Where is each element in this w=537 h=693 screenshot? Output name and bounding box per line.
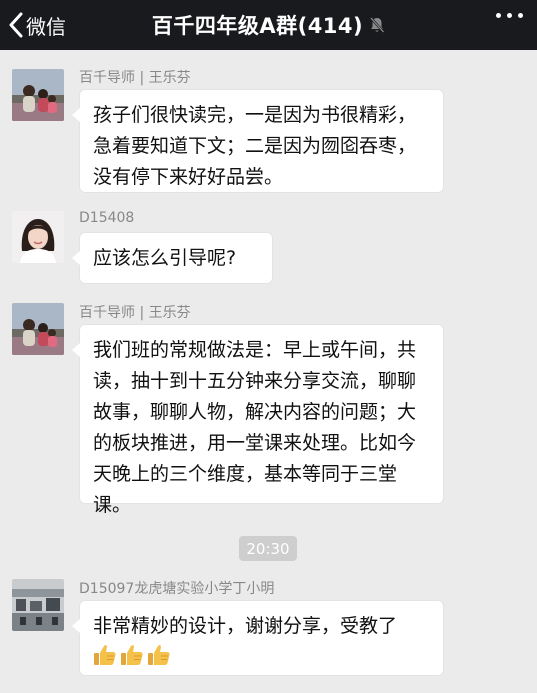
more-dots-icon[interactable] bbox=[496, 13, 523, 18]
navigation-bar: 微信 百千四年级A群(414) bbox=[0, 0, 537, 50]
message-bubble[interactable]: 我们班的常规做法是：早上或午间，共读，抽十到十五分钟来分享交流，聊聊故事，聊聊人… bbox=[72, 324, 444, 516]
sender-name: 百千导师 | 王乐芬 bbox=[79, 70, 191, 86]
sender-name: D15408 bbox=[79, 210, 135, 226]
avatar-photo bbox=[12, 303, 64, 355]
avatar-photo bbox=[12, 579, 64, 631]
message-text: 非常精妙的设计，谢谢分享，受教了 bbox=[93, 615, 398, 637]
avatar[interactable] bbox=[12, 69, 64, 121]
timestamp-badge: 20:30 bbox=[239, 536, 297, 561]
avatar[interactable] bbox=[12, 579, 64, 631]
message-bubble[interactable]: 应该怎么引导呢? bbox=[72, 232, 273, 284]
message-bubble[interactable]: 孩子们很快读完，一是因为书很精彩，急着要知道下文；二是因为囫囵吞枣，没有停下来好… bbox=[72, 89, 444, 193]
emoji-row bbox=[93, 644, 431, 666]
avatar-photo bbox=[12, 211, 64, 263]
avatar[interactable] bbox=[12, 211, 64, 263]
chat-title-area: 百千四年级A群(414) bbox=[0, 0, 537, 50]
message-bubble[interactable]: 非常精妙的设计，谢谢分享，受教了 bbox=[72, 600, 444, 676]
bell-slash-icon bbox=[370, 17, 385, 33]
thumbs-up-icon bbox=[121, 645, 143, 665]
sender-name: 百千导师 | 王乐芬 bbox=[79, 305, 191, 321]
avatar-photo bbox=[12, 69, 64, 121]
dot-shape bbox=[496, 13, 501, 18]
message-text: 我们班的常规做法是：早上或午间，共读，抽十到十五分钟来分享交流，聊聊故事，聊聊人… bbox=[93, 339, 417, 516]
avatar[interactable] bbox=[12, 303, 64, 355]
dot-shape bbox=[518, 13, 523, 18]
thumbs-up-icon bbox=[94, 645, 116, 665]
chat-title: 百千四年级A群(414) bbox=[151, 14, 364, 38]
dot-shape bbox=[507, 13, 512, 18]
sender-name: D15097龙虎塘实验小学丁小明 bbox=[79, 581, 275, 597]
thumbs-up-icon bbox=[148, 645, 170, 665]
message-text: 应该怎么引导呢? bbox=[93, 247, 237, 269]
message-text: 孩子们很快读完，一是因为书很精彩，急着要知道下文；二是因为囫囵吞枣，没有停下来好… bbox=[93, 104, 417, 188]
